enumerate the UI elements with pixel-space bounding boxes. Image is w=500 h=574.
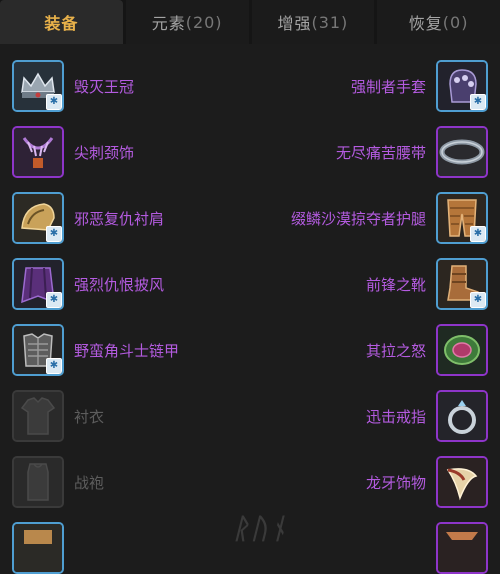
slot-chest[interactable]: ✱ <box>12 324 64 376</box>
upgrade-badge: ✱ <box>470 226 486 242</box>
slot-shoulder[interactable]: ✱ <box>12 192 64 244</box>
watermark: ᚱᚢᚾ <box>232 512 289 545</box>
trinket-icon <box>438 524 486 572</box>
slot-hands[interactable]: ✱ <box>436 60 488 112</box>
slot-legs[interactable]: ✱ <box>436 192 488 244</box>
item-name-head: 毁灭王冠 <box>74 78 135 96</box>
ring-icon <box>438 392 486 440</box>
tab-enhance[interactable]: 增强 (31) <box>251 0 375 44</box>
item-name-hands: 强制者手套 <box>350 78 426 96</box>
slot-finger-1[interactable] <box>436 324 488 376</box>
tabard-icon <box>14 458 62 506</box>
item-name-finger-1: 其拉之怒 <box>365 342 426 360</box>
item-name-tabard: 战袍 <box>74 474 105 492</box>
slot-back[interactable]: ✱ <box>12 258 64 310</box>
slot-wrist[interactable] <box>12 522 64 574</box>
upgrade-badge: ✱ <box>470 94 486 110</box>
slot-trinket-1[interactable] <box>436 456 488 508</box>
tab-restore[interactable]: 恢复 (0) <box>377 0 500 44</box>
necklace-icon <box>14 128 62 176</box>
item-name-feet: 前锋之靴 <box>365 276 426 294</box>
fang-trinket-icon <box>438 458 486 506</box>
slot-head[interactable]: ✱ <box>12 60 64 112</box>
slot-trinket-2[interactable] <box>436 522 488 574</box>
item-name-shoulder: 邪恶复仇衬肩 <box>74 210 165 228</box>
item-name-trinket-1: 龙牙饰物 <box>365 474 426 492</box>
slot-feet[interactable]: ✱ <box>436 258 488 310</box>
item-name-shirt: 衬衣 <box>74 408 105 426</box>
tab-elements[interactable]: 元素 (20) <box>125 0 249 44</box>
upgrade-badge: ✱ <box>46 226 62 242</box>
upgrade-badge: ✱ <box>46 358 62 374</box>
item-name-back: 强烈仇恨披风 <box>74 276 165 294</box>
bracer-icon <box>14 524 62 572</box>
tab-bar: 装备 元素 (20) 增强 (31) 恢复 (0) <box>0 0 500 44</box>
slot-finger-2[interactable] <box>436 390 488 442</box>
item-name-chest: 野蛮角斗士链甲 <box>74 342 180 360</box>
slot-neck[interactable] <box>12 126 64 178</box>
ring-gem-icon <box>438 326 486 374</box>
shirt-icon <box>14 392 62 440</box>
upgrade-badge: ✱ <box>470 292 486 308</box>
item-name-waist: 无尽痛苦腰带 <box>335 144 426 162</box>
slot-shirt[interactable] <box>12 390 64 442</box>
belt-icon <box>438 128 486 176</box>
upgrade-badge: ✱ <box>46 292 62 308</box>
item-name-finger-2: 迅击戒指 <box>365 408 426 426</box>
slot-tabard[interactable] <box>12 456 64 508</box>
tab-equipment[interactable]: 装备 <box>0 0 123 44</box>
slot-waist[interactable] <box>436 126 488 178</box>
item-name-neck: 尖刺颈饰 <box>74 144 135 162</box>
upgrade-badge: ✱ <box>46 94 62 110</box>
item-name-legs: 缀鳞沙漠掠夺者护腿 <box>290 210 426 228</box>
